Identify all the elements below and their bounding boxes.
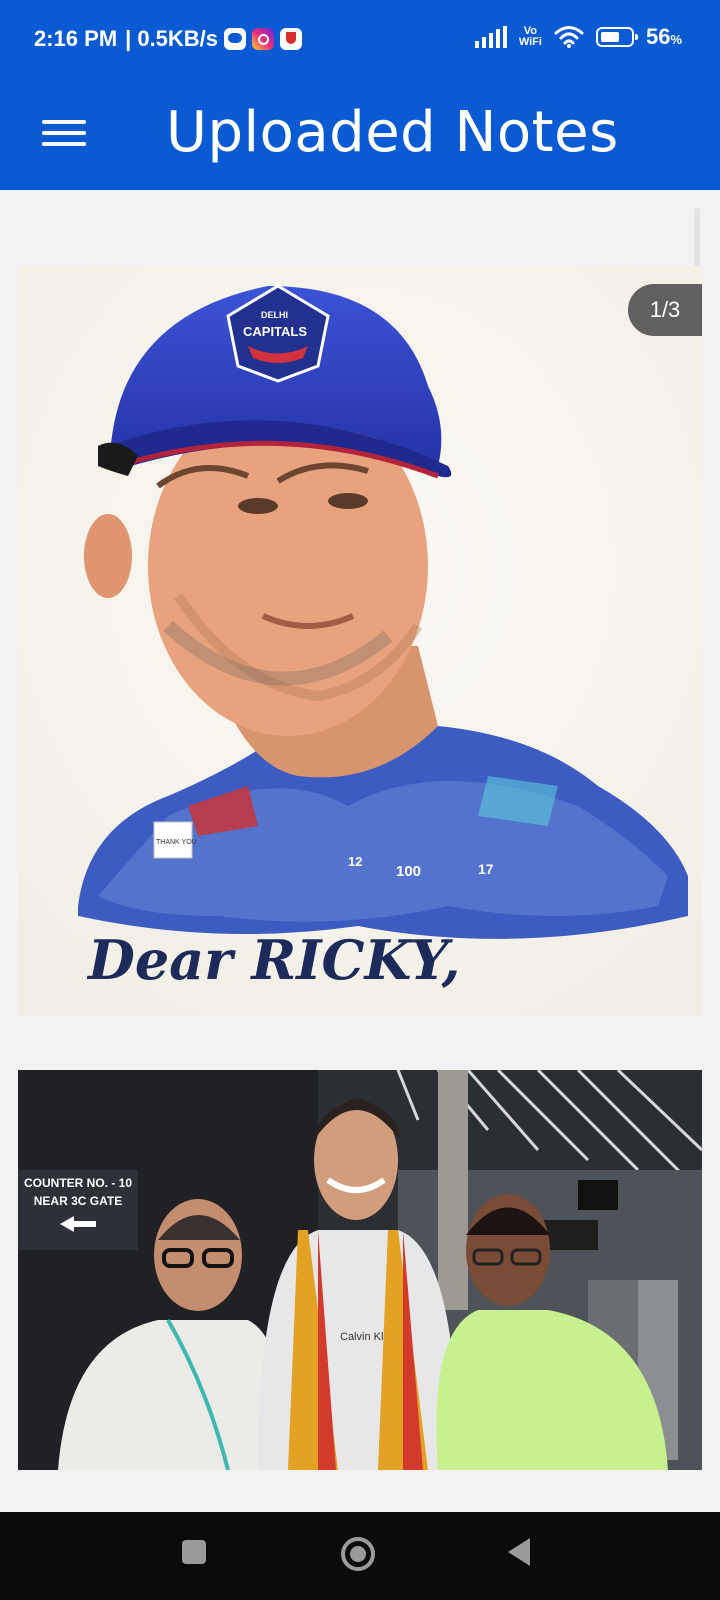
vowifi-icon: Vo WiFi — [519, 26, 542, 48]
counter-sign-line2: NEAR 3C GATE — [33, 1194, 123, 1208]
note-card[interactable]: Calvin Kl COUNTER NO. - 10 NEAR 3C GATE — [18, 1070, 702, 1470]
wifi-icon — [554, 26, 584, 48]
counter-sign-line1: COUNTER NO. - 10 — [23, 1176, 132, 1190]
page-indicator: 1/3 — [628, 284, 702, 336]
system-nav-bar — [0, 1512, 720, 1600]
note-image-coach-portrait: 12 100 17 THANK YOU DELHI CAPITALS — [18, 266, 702, 1016]
jersey-number-3: 17 — [478, 861, 494, 877]
status-separator: | — [125, 26, 132, 51]
triangle-back-icon — [508, 1538, 530, 1566]
trophy-icon — [280, 28, 303, 50]
signal-icon — [474, 26, 507, 48]
recent-apps-button[interactable] — [154, 1512, 234, 1600]
square-icon — [182, 1540, 206, 1564]
arrow-left-icon — [60, 1216, 96, 1232]
status-right: Vo WiFi 56% — [474, 24, 682, 50]
menu-button[interactable] — [42, 110, 86, 154]
app-bar: Uploaded Notes — [0, 84, 720, 190]
note-headline: Dear RICKY, — [88, 928, 461, 992]
cap-badge-line1: DELHI — [261, 310, 288, 320]
cap-badge-line2: CAPITALS — [243, 324, 307, 339]
hamburger-menu-icon — [42, 120, 86, 146]
page-title: Uploaded Notes — [166, 100, 619, 165]
airport-counter-sign: COUNTER NO. - 10 NEAR 3C GATE — [18, 1174, 138, 1250]
note-image-airport-group: Calvin Kl — [18, 1070, 702, 1470]
clock: 2:16 PM — [34, 26, 118, 51]
message-icon — [224, 28, 247, 50]
instagram-icon — [252, 28, 275, 50]
status-left: 2:16 PM | 0.5KB/s — [34, 26, 303, 52]
note-card[interactable]: 12 100 17 THANK YOU DELHI CAPITALS Dear … — [18, 266, 702, 1016]
jersey-number-2: 100 — [396, 863, 421, 880]
vowifi-bottom: WiFi — [518, 36, 542, 48]
battery-icon — [595, 27, 638, 47]
notes-list[interactable]: 12 100 17 THANK YOU DELHI CAPITALS Dear … — [0, 190, 720, 1512]
battery-value: 56 — [645, 24, 671, 49]
circle-icon — [341, 1537, 375, 1571]
shirt-text: Calvin Kl — [340, 1331, 383, 1343]
crowd-sign-text: THANK YOU — [156, 839, 197, 846]
status-bar: 2:16 PM | 0.5KB/s Vo WiFi 56% — [0, 0, 720, 84]
battery-percent: 56% — [646, 24, 682, 50]
battery-unit: % — [670, 32, 682, 47]
jersey-number-1: 12 — [348, 854, 362, 869]
network-speed: 0.5KB/s — [137, 26, 219, 51]
home-button[interactable] — [318, 1512, 398, 1600]
back-button[interactable] — [480, 1512, 560, 1600]
